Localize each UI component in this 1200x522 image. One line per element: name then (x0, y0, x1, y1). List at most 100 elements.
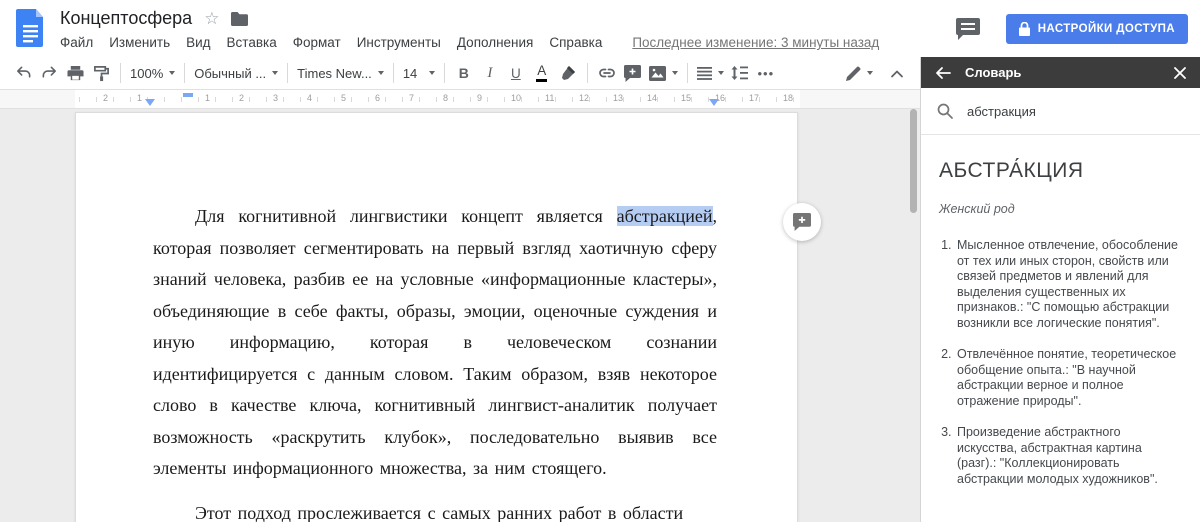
zoom-select[interactable]: 100% (127, 61, 178, 85)
undo-button[interactable] (10, 61, 36, 85)
chevron-down-icon (718, 71, 724, 75)
chevron-down-icon (867, 71, 873, 75)
ruler-number: 13 (613, 93, 623, 103)
document-scrollbar[interactable] (910, 109, 917, 213)
italic-button[interactable]: I (477, 61, 503, 85)
selected-word[interactable]: абстракцией (617, 206, 713, 226)
ruler-number: 1 (137, 93, 142, 103)
print-button[interactable] (62, 61, 88, 85)
dictionary-gender-label: Женский род (939, 202, 1182, 216)
document-text[interactable]: Для когнитивной лингвистики концепт явля… (153, 201, 717, 522)
ruler-number: 18 (783, 93, 793, 103)
ruler-number: 3 (273, 93, 278, 103)
paragraph-1-after: , которая позволяет сегментировать на пе… (153, 206, 717, 478)
font-size-value: 14 (403, 66, 417, 81)
document-title[interactable]: Концептосфера (60, 8, 192, 29)
italic-label: I (487, 65, 492, 82)
document-area: Для когнитивной лингвистики концепт явля… (0, 109, 920, 522)
menu-item-addons[interactable]: Дополнения (449, 33, 541, 52)
align-button[interactable] (694, 61, 727, 85)
definition-item: Произведение абстрактного искусства, абс… (955, 425, 1182, 487)
dictionary-content: АБСТРА́КЦИЯ Женский род Мысленное отвлеч… (921, 135, 1200, 487)
ruler-number: 10 (511, 93, 521, 103)
zoom-value: 100% (130, 66, 163, 81)
dictionary-panel-title: Словарь (965, 65, 1174, 80)
ruler-number: 8 (443, 93, 448, 103)
ruler-number: 14 (647, 93, 657, 103)
toolbar-separator (444, 63, 445, 83)
chevron-down-icon (169, 71, 175, 75)
menu-item-insert[interactable]: Вставка (219, 33, 285, 52)
left-indent-marker[interactable] (145, 99, 155, 106)
underline-button[interactable]: U (503, 61, 529, 85)
ruler-number: 2 (239, 93, 244, 103)
add-comment-button[interactable] (620, 61, 646, 85)
paragraph-style-select[interactable]: Обычный ... (191, 61, 281, 85)
format-toolbar: 100% Обычный ... Times New... 14 B I U A (0, 57, 920, 90)
dictionary-panel: Словарь АБСТРА́КЦИЯ Женский род Мысленно… (920, 57, 1200, 522)
close-icon[interactable] (1174, 67, 1186, 79)
ruler-number: 7 (409, 93, 414, 103)
font-value: Times New... (297, 66, 372, 81)
toolbar-separator (120, 63, 121, 83)
comments-icon[interactable] (956, 18, 980, 40)
topbar-right: НАСТРОЙКИ ДОСТУПА (956, 14, 1188, 44)
menu-item-edit[interactable]: Изменить (101, 33, 178, 52)
document-page[interactable]: Для когнитивной лингвистики концепт явля… (75, 112, 798, 522)
ruler-number: 4 (307, 93, 312, 103)
menu-item-file[interactable]: Файл (58, 33, 101, 52)
ruler-number: 6 (375, 93, 380, 103)
right-indent-marker[interactable] (709, 99, 719, 106)
ruler-number: 12 (579, 93, 589, 103)
ruler-number: 9 (477, 93, 482, 103)
more-options-button[interactable]: ••• (753, 61, 779, 85)
definition-item: Мысленное отвлечение, обособление от тех… (955, 238, 1182, 331)
menu-item-view[interactable]: Вид (178, 33, 218, 52)
menu-item-help[interactable]: Справка (541, 33, 610, 52)
add-comment-floating-button[interactable] (783, 203, 821, 241)
back-arrow-icon[interactable] (935, 66, 951, 80)
folder-icon[interactable] (231, 12, 248, 26)
chevron-down-icon (378, 71, 384, 75)
ruler-number: 11 (545, 93, 554, 103)
menu-item-format[interactable]: Формат (285, 33, 349, 52)
paint-format-button[interactable] (88, 61, 114, 85)
search-icon (937, 103, 953, 119)
title-row: Концептосфера ☆ (60, 8, 248, 29)
redo-button[interactable] (36, 61, 62, 85)
top-bar: Концептосфера ☆ Файл Изменить Вид Вставк… (0, 0, 1200, 57)
docs-logo-icon[interactable] (16, 9, 45, 52)
ruler-number: 2 (103, 93, 108, 103)
dictionary-headword: АБСТРА́КЦИЯ (939, 159, 1182, 183)
bold-button[interactable]: B (451, 61, 477, 85)
menu-bar: Файл Изменить Вид Вставка Формат Инструм… (58, 33, 879, 52)
collapse-toolbar-button[interactable] (884, 61, 910, 85)
insert-link-button[interactable] (594, 61, 620, 85)
paragraph-1-before: Для когнитивной лингвистики концепт явля… (195, 206, 617, 226)
menu-item-tools[interactable]: Инструменты (349, 33, 449, 52)
insert-image-button[interactable] (646, 61, 681, 85)
text-color-button[interactable]: A (529, 61, 555, 85)
last-edit-link[interactable]: Последнее изменение: 3 минуты назад (632, 35, 879, 50)
share-settings-button[interactable]: НАСТРОЙКИ ДОСТУПА (1006, 14, 1188, 44)
paragraph-style-value: Обычный ... (194, 66, 266, 81)
ruler-number: 15 (681, 93, 691, 103)
paragraph-1[interactable]: Для когнитивной лингвистики концепт явля… (153, 201, 717, 485)
definition-item: Отвлечённое понятие, теоретическое обобщ… (955, 347, 1182, 409)
bold-label: B (459, 65, 469, 81)
highlight-color-button[interactable] (555, 61, 581, 85)
star-icon[interactable]: ☆ (204, 10, 219, 27)
toolbar-separator (687, 63, 688, 83)
dictionary-panel-header: Словарь (921, 57, 1200, 88)
lock-icon (1019, 22, 1030, 36)
first-line-indent-marker[interactable] (183, 93, 193, 97)
font-size-select[interactable]: 14 (400, 61, 438, 85)
ruler-number: 17 (749, 93, 759, 103)
paragraph-2[interactable]: Этот подход прослеживается с самых ранни… (153, 498, 717, 522)
text-color-label: A (536, 64, 547, 81)
line-spacing-button[interactable] (727, 61, 753, 85)
underline-label: U (511, 66, 521, 81)
dictionary-search-input[interactable] (967, 104, 1184, 119)
editing-mode-button[interactable] (843, 61, 876, 85)
font-select[interactable]: Times New... (294, 61, 387, 85)
